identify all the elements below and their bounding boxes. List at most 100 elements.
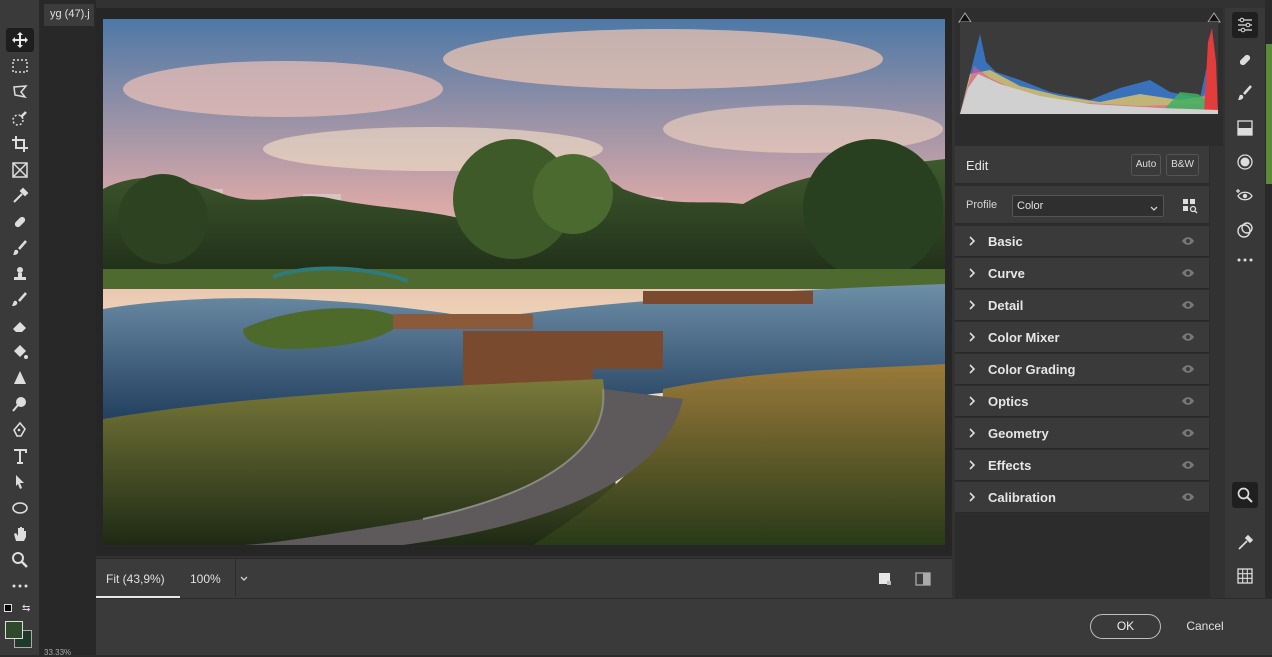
chevron-right-icon — [969, 396, 976, 406]
linear-gradient-icon[interactable] — [1232, 115, 1258, 141]
chevron-right-icon — [969, 460, 976, 470]
visibility-eye-icon[interactable] — [1181, 492, 1195, 502]
edit-sliders-icon[interactable] — [1232, 12, 1258, 38]
chevron-right-icon — [969, 268, 976, 278]
visibility-eye-icon[interactable] — [1181, 236, 1195, 246]
chevron-right-icon — [969, 492, 976, 502]
clone-stamp-icon[interactable] — [6, 262, 34, 286]
section-geometry[interactable]: Geometry — [955, 418, 1209, 449]
section-label: Curve — [988, 266, 1025, 281]
before-after-square-icon[interactable] — [878, 572, 892, 586]
pen-tool-icon[interactable] — [6, 418, 34, 442]
eraser-tool-icon[interactable] — [6, 314, 34, 338]
section-label: Color Mixer — [988, 330, 1060, 345]
document-area — [40, 0, 96, 655]
window-edge — [1265, 0, 1272, 655]
highlight-clipping-icon[interactable] — [1207, 10, 1221, 23]
hand-tool-icon[interactable] — [6, 522, 34, 546]
section-color-mixer[interactable]: Color Mixer — [955, 322, 1209, 353]
chevron-right-icon — [969, 332, 976, 342]
visibility-eye-icon[interactable] — [1181, 364, 1195, 374]
histogram — [955, 8, 1223, 116]
auto-button[interactable]: Auto — [1131, 154, 1161, 176]
section-basic[interactable]: Basic — [955, 226, 1209, 257]
profile-select[interactable]: Color — [1012, 195, 1164, 217]
profile-label: Profile — [966, 199, 998, 211]
more-icon[interactable] — [1232, 247, 1258, 273]
section-label: Geometry — [988, 426, 1049, 441]
chevron-right-icon — [969, 300, 976, 310]
section-optics[interactable]: Optics — [955, 386, 1209, 417]
divider — [235, 559, 236, 597]
brush-tool-icon[interactable] — [6, 236, 34, 260]
marquee-tool-icon[interactable] — [6, 54, 34, 78]
section-label: Basic — [988, 234, 1023, 249]
blur-tool-icon[interactable] — [6, 366, 34, 390]
section-label: Color Grading — [988, 362, 1076, 377]
section-calibration[interactable]: Calibration — [955, 482, 1209, 513]
type-tool-icon[interactable] — [6, 444, 34, 468]
more-tools-icon[interactable] — [6, 574, 34, 598]
visibility-eye-icon[interactable] — [1181, 428, 1195, 438]
shadow-clipping-icon[interactable] — [958, 10, 972, 23]
healing-brush-icon[interactable] — [6, 210, 34, 234]
dodge-tool-icon[interactable] — [6, 392, 34, 416]
path-select-icon[interactable] — [6, 470, 34, 494]
history-brush-icon[interactable] — [6, 288, 34, 312]
section-color-grading[interactable]: Color Grading — [955, 354, 1209, 385]
chevron-right-icon — [969, 236, 976, 246]
quick-select-tool-icon[interactable] — [6, 106, 34, 130]
visibility-eye-icon[interactable] — [1181, 268, 1195, 278]
visibility-eye-icon[interactable] — [1181, 396, 1195, 406]
color-sampler-icon[interactable] — [1232, 530, 1258, 556]
profile-browser-icon[interactable] — [1182, 198, 1198, 214]
tools-panel: ⇆ — [0, 0, 40, 655]
healing-icon[interactable] — [1232, 47, 1258, 73]
swap-colors-icon[interactable]: ⇆ — [22, 603, 30, 614]
preview-image — [103, 19, 945, 545]
zoom-tool-icon[interactable] — [6, 548, 34, 572]
frame-tool-icon[interactable] — [6, 158, 34, 182]
zoom-100-option[interactable]: 100% — [190, 572, 221, 586]
eyedropper-tool-icon[interactable] — [6, 184, 34, 208]
zoom-dropdown-chevron-icon[interactable] — [238, 572, 250, 584]
lasso-tool-icon[interactable] — [6, 80, 34, 104]
radial-gradient-icon[interactable] — [1232, 149, 1258, 175]
section-label: Calibration — [988, 490, 1056, 505]
section-detail[interactable]: Detail — [955, 290, 1209, 321]
move-tool-icon[interactable] — [6, 28, 34, 52]
section-effects[interactable]: Effects — [955, 450, 1209, 481]
preview-bottom-bar: Fit (43,9%) 100% — [96, 558, 952, 598]
section-curve[interactable]: Curve — [955, 258, 1209, 289]
bw-button[interactable]: B&W — [1166, 154, 1199, 176]
document-tab[interactable]: yg (47).j — [44, 4, 94, 26]
red-eye-icon[interactable] — [1232, 183, 1258, 209]
crop-tool-icon[interactable] — [6, 132, 34, 156]
chevron-right-icon — [969, 428, 976, 438]
cancel-button[interactable]: Cancel — [1180, 614, 1230, 639]
chevron-down-icon — [1149, 201, 1159, 211]
visibility-eye-icon[interactable] — [1181, 460, 1195, 470]
background-canvas-strip — [1266, 44, 1272, 184]
edit-title: Edit — [966, 158, 989, 173]
grid-overlay-icon[interactable] — [1232, 563, 1258, 589]
ok-button[interactable]: OK — [1090, 614, 1161, 639]
profile-value: Color — [1017, 200, 1044, 212]
profile-row: Profile Color — [955, 186, 1209, 224]
section-label: Optics — [988, 394, 1029, 409]
ellipse-tool-icon[interactable] — [6, 496, 34, 520]
visibility-eye-icon[interactable] — [1181, 300, 1195, 310]
default-colors-icon[interactable] — [4, 604, 12, 612]
visibility-eye-icon[interactable] — [1181, 332, 1195, 342]
section-label: Detail — [988, 298, 1024, 313]
zoom-icon[interactable] — [1232, 482, 1258, 508]
presets-icon[interactable] — [1232, 217, 1258, 243]
masking-brush-icon[interactable] — [1232, 80, 1258, 106]
section-label: Effects — [988, 458, 1032, 473]
fit-zoom-option[interactable]: Fit (43,9%) — [106, 572, 165, 586]
panel-scrollbar[interactable] — [1210, 146, 1223, 598]
paint-bucket-icon[interactable] — [6, 340, 34, 364]
edit-header: Edit Auto B&W — [955, 146, 1209, 184]
foreground-color-swatch[interactable] — [5, 621, 23, 639]
split-view-icon[interactable] — [914, 570, 932, 588]
